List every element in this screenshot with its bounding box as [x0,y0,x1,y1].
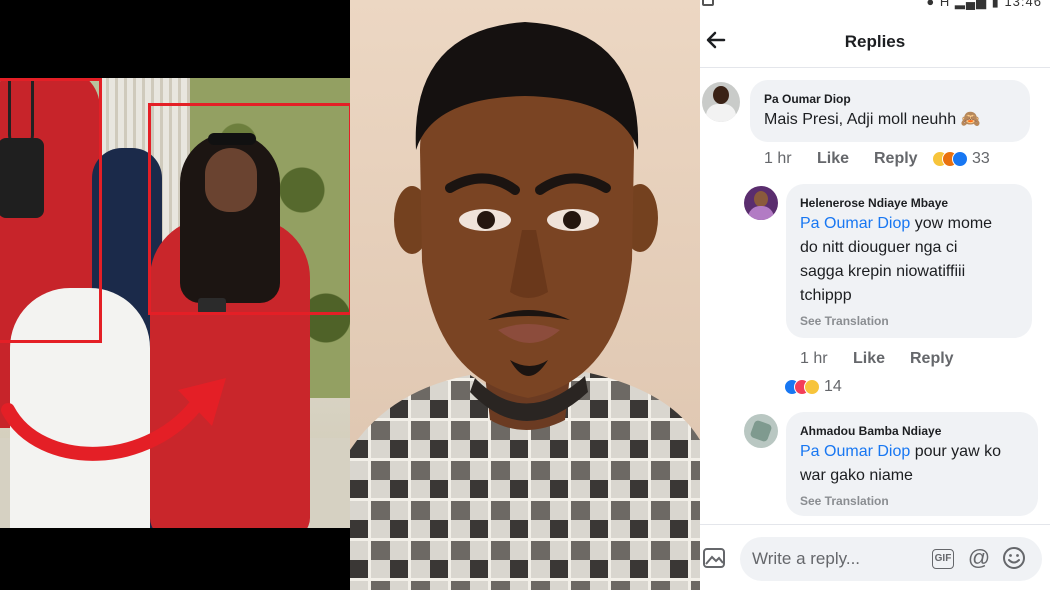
like-button[interactable]: Like [853,350,885,368]
street-photo [0,0,350,590]
see-translation-link[interactable]: See Translation [800,314,889,328]
haha-reaction-icon [804,379,820,395]
avatar[interactable] [744,186,778,220]
reply-button[interactable]: Reply [910,350,954,368]
mention-link[interactable]: Pa Oumar Diop [800,443,910,460]
portrait-photo [350,0,700,590]
photo-icon[interactable] [702,547,726,569]
highlight-box-right [148,103,350,315]
like-button[interactable]: Like [817,150,849,168]
reply-text: Pa Oumar Diop yow mome do nitt diouguer … [800,215,993,304]
reply-bubble: Helenerose Ndiaye Mbaye Pa Oumar Diop yo… [786,184,1032,338]
reply-input[interactable] [740,537,1042,581]
see-translation-link[interactable]: See Translation [800,494,889,508]
clock: 13:46 [1004,0,1042,9]
page-title: Replies [844,32,906,51]
mention-icon[interactable]: @ [966,545,992,571]
like-reaction-icon [952,151,968,167]
red-arrow-icon [1,378,226,461]
image-icon [702,0,714,6]
reaction-summary[interactable]: 14 [784,378,842,396]
comment-author[interactable]: Pa Oumar Diop [764,92,851,106]
reply-author[interactable]: Helenerose Ndiaye Mbaye [800,196,948,210]
reaction-summary[interactable]: 33 [932,150,990,168]
reply-bubble: Ahmadou Bamba Ndiaye Pa Oumar Diop pour … [786,412,1038,516]
reaction-count: 14 [824,378,842,395]
reaction-count: 33 [972,150,990,167]
reply-button[interactable]: Reply [874,150,918,168]
highlight-box-left [0,78,102,343]
reply-author[interactable]: Ahmadou Bamba Ndiaye [800,424,941,438]
replies-screen: ● H ▂▄▆ ▮ 13:46 Replies Pa Oumar Diop Ma… [700,0,1050,590]
network-label: H [939,0,951,9]
mention-link[interactable]: Pa Oumar Diop [800,215,910,232]
comment-bubble: Pa Oumar Diop Mais Presi, Adji moll neuh… [750,80,1030,142]
smiley-icon[interactable] [1002,546,1026,570]
reply-composer: GIF @ [700,524,1050,590]
reply-text: Pa Oumar Diop pour yaw ko war gako niame [800,443,1001,484]
comment-text: Mais Presi, Adji moll neuhh 🙈 [764,111,981,128]
comment-time: 1 hr [764,150,792,167]
gif-icon[interactable]: GIF [932,549,954,569]
avatar[interactable] [702,82,740,122]
top-bar: Replies [700,18,1050,68]
avatar[interactable] [744,414,778,448]
reply-time: 1 hr [800,350,828,367]
portrait-illustration [350,22,700,590]
status-bar: ● H ▂▄▆ ▮ 13:46 [700,0,1050,10]
